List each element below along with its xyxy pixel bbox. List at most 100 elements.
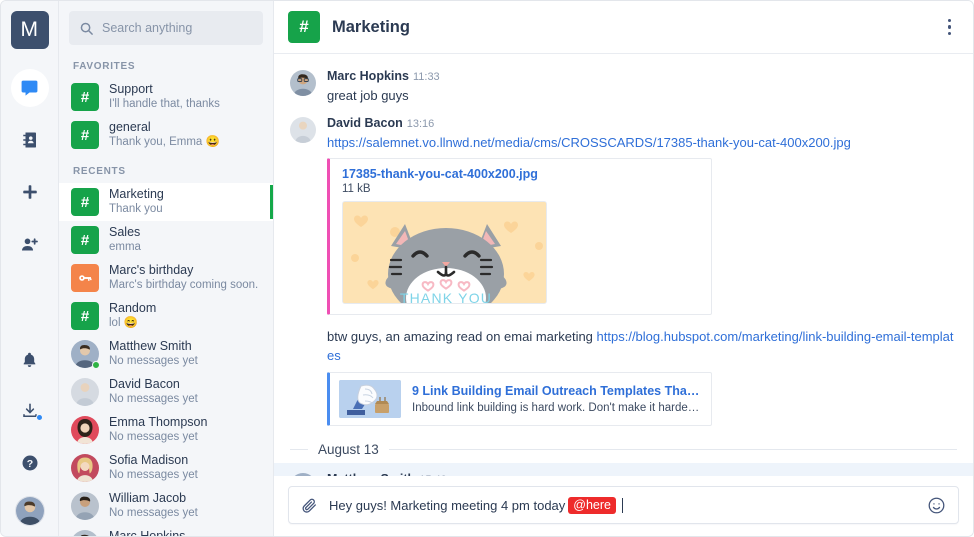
sidebar-item-william-jacob[interactable]: William Jacob No messages yet — [59, 487, 273, 525]
channel-name: Marketing — [109, 187, 164, 202]
contact-preview: No messages yet — [109, 354, 198, 369]
online-status-dot — [92, 361, 100, 369]
contacts-icon — [21, 131, 39, 149]
hash-icon: # — [71, 302, 99, 330]
channel-sidebar: FAVORITES # Support I'll handle that, th… — [59, 1, 274, 536]
search-input[interactable] — [102, 21, 253, 35]
image-url-link[interactable]: https://salemnet.vo.llnwd.net/media/cms/… — [327, 135, 851, 150]
text-caret — [622, 498, 623, 513]
attachment-filename[interactable]: 17385-thank-you-cat-400x200.jpg — [342, 167, 701, 181]
link-preview-thumbnail — [339, 380, 401, 418]
composer-container: Hey guys! Marketing meeting 4 pm today@h… — [274, 476, 973, 536]
channel-preview: Thank you — [109, 202, 164, 217]
sidebar-item-sofia-madison[interactable]: Sofia Madison No messages yet — [59, 449, 273, 487]
attachment-image[interactable]: THANK YOU — [342, 201, 547, 304]
message-item-highlighted: Matthew Smith15:40 Thank you — [274, 463, 973, 476]
link-preview-title[interactable]: 9 Link Building Email Outreach Templates… — [412, 383, 701, 400]
kebab-dot — [948, 32, 952, 36]
hash-icon: # — [71, 121, 99, 149]
hash-icon: # — [71, 226, 99, 254]
channel-name: Support — [109, 82, 220, 97]
bell-icon — [21, 351, 38, 368]
channel-name: Sales — [109, 225, 141, 240]
current-user-avatar[interactable] — [15, 496, 45, 526]
rail-item-notifications[interactable] — [11, 340, 49, 378]
contact-preview: No messages yet — [109, 506, 198, 521]
attachment-icon[interactable] — [301, 497, 318, 514]
sidebar-item-matthew-smith[interactable]: Matthew Smith No messages yet — [59, 335, 273, 373]
channel-header: # Marketing — [274, 1, 973, 54]
sidebar-item-general[interactable]: # general Thank you, Emma 😀 — [59, 116, 273, 154]
rail-item-new[interactable] — [11, 173, 49, 211]
more-options-button[interactable] — [940, 11, 960, 44]
sidebar-item-support[interactable]: # Support I'll handle that, thanks — [59, 78, 273, 116]
message-time: 13:16 — [407, 118, 435, 130]
rail-item-contacts[interactable] — [11, 121, 49, 159]
contact-preview: No messages yet — [109, 392, 198, 407]
kebab-dot — [948, 25, 952, 29]
link-preview-description: Inbound link building is hard work. Don'… — [412, 400, 701, 416]
add-person-icon — [20, 235, 39, 254]
rail-item-invite[interactable] — [11, 225, 49, 263]
contact-name: Matthew Smith — [109, 339, 198, 354]
contact-name: William Jacob — [109, 491, 198, 506]
avatar — [71, 454, 99, 482]
message-author: David Bacon — [327, 116, 403, 130]
kebab-dot — [948, 19, 952, 23]
message-list[interactable]: Marc Hopkins11:33 great job guys Davi — [274, 54, 973, 476]
avatar — [71, 530, 99, 536]
message-time: 11:33 — [413, 71, 440, 83]
emoji-icon[interactable] — [927, 496, 946, 515]
message-text-secondary: btw guys, an amazing read on emai market… — [327, 327, 957, 365]
favorites-heading: FAVORITES — [59, 49, 273, 78]
avatar — [71, 416, 99, 444]
contact-name: David Bacon — [109, 377, 198, 392]
sidebar-item-sales[interactable]: # Sales emma — [59, 221, 273, 259]
chat-icon — [20, 79, 39, 98]
sidebar-item-random[interactable]: # Random lol 😄 — [59, 297, 273, 335]
message-meta: David Bacon 13:16 — [327, 115, 957, 132]
sidebar-item-emma-thompson[interactable]: Emma Thompson No messages yet — [59, 411, 273, 449]
divider-line-left — [290, 449, 308, 450]
channel-preview: I'll handle that, thanks — [109, 97, 220, 112]
message-text: great job guys — [327, 86, 957, 105]
sidebar-item-marc-hopkins[interactable]: Marc Hopkins No messages yet — [59, 525, 273, 536]
contact-name: Sofia Madison — [109, 453, 198, 468]
channel-name: Random — [109, 301, 156, 316]
sidebar-item-marketing[interactable]: # Marketing Thank you — [59, 183, 273, 221]
message-meta: Matthew Smith 15:40 — [327, 471, 957, 476]
message-item: Marc Hopkins11:33 great job guys — [274, 62, 973, 109]
avatar — [290, 70, 316, 96]
chat-application: M — [0, 0, 974, 537]
app-logo: M — [11, 11, 49, 49]
sidebar-item-david-bacon[interactable]: David Bacon No messages yet — [59, 373, 273, 411]
attachment-filesize: 11 kB — [342, 183, 701, 195]
page-title: Marketing — [332, 18, 410, 37]
search-container — [59, 1, 273, 49]
message-text-part: btw guys, an amazing read on emai market… — [327, 329, 597, 344]
day-divider-label: August 13 — [308, 442, 389, 457]
rail-item-chat[interactable] — [11, 69, 49, 107]
message-composer[interactable]: Hey guys! Marketing meeting 4 pm today@h… — [288, 486, 959, 524]
image-attachment-card[interactable]: 17385-thank-you-cat-400x200.jpg 11 kB — [327, 158, 712, 315]
message-meta: Marc Hopkins11:33 — [327, 68, 957, 85]
rail-item-help[interactable]: ? — [11, 444, 49, 482]
composer-input[interactable]: Hey guys! Marketing meeting 4 pm today@h… — [329, 497, 927, 514]
search-box[interactable] — [69, 11, 263, 45]
avatar — [71, 378, 99, 406]
rail-item-downloads[interactable] — [11, 392, 49, 430]
message-time: 15:40 — [419, 474, 447, 476]
message-author: Matthew Smith — [327, 472, 415, 476]
composer-text-before: Hey guys! Marketing meeting 4 pm today — [329, 498, 565, 513]
avatar — [290, 473, 316, 476]
recents-heading: RECENTS — [59, 154, 273, 183]
divider-line-right — [389, 449, 957, 450]
message-link-row: https://salemnet.vo.llnwd.net/media/cms/… — [327, 133, 957, 152]
contact-preview: No messages yet — [109, 430, 207, 445]
channel-preview: lol 😄 — [109, 316, 156, 331]
link-preview-card[interactable]: 9 Link Building Email Outreach Templates… — [327, 372, 712, 426]
search-icon — [79, 21, 94, 36]
hash-icon: # — [71, 188, 99, 216]
mention-chip-here[interactable]: @here — [568, 497, 616, 514]
sidebar-item-marcs-birthday[interactable]: Marc's birthday Marc's birthday coming s… — [59, 259, 273, 297]
